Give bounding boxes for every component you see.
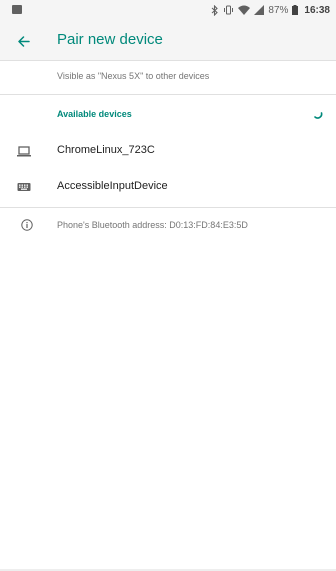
device-label: AccessibleInputDevice [57,180,168,192]
page-title: Pair new device [57,31,163,48]
laptop-icon [17,146,31,157]
available-devices-header: Available devices [57,109,132,119]
device-row-accessibleinput[interactable]: AccessibleInputDevice [0,169,336,205]
battery-icon [292,5,299,15]
status-icons: 87% 16:38 [211,0,330,20]
divider [0,94,336,95]
device-row-chromelinux[interactable]: ChromeLinux_723C [0,133,336,169]
info-icon [21,219,33,231]
clock: 16:38 [304,4,330,16]
battery-percent: 87% [268,4,289,16]
bluetooth-address-text: Phone's Bluetooth address: D0:13:FD:84:E… [57,220,248,230]
wifi-icon [238,5,251,15]
status-bar: 87% 16:38 [0,0,336,20]
back-button[interactable] [10,27,38,55]
visible-as-text: Visible as "Nexus 5X" to other devices [57,71,210,81]
device-label: ChromeLinux_723C [57,144,155,156]
app-bar: Pair new device [0,20,336,61]
divider [0,207,336,208]
vibrate-icon [224,5,234,15]
signal-icon [254,5,265,15]
progress-spinner-icon [314,112,323,119]
image-notification-icon [12,5,22,14]
arrow-back-icon [18,35,30,47]
keyboard-icon [17,183,31,191]
bluetooth-icon [212,4,219,16]
